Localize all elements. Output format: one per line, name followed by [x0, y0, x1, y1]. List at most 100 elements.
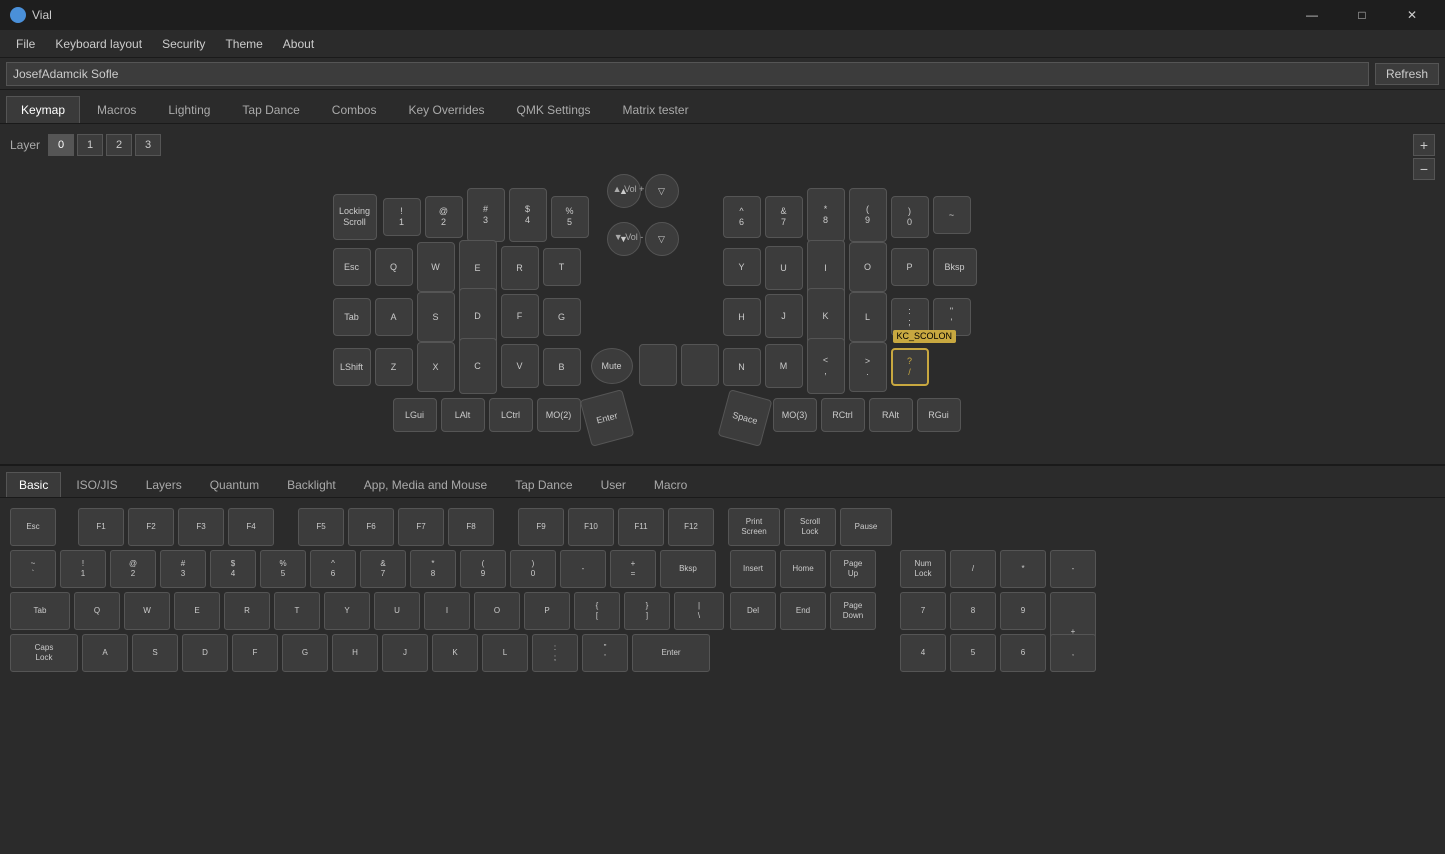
keyboard-key[interactable]: Y [723, 248, 761, 286]
bottom-tab-tap-dance[interactable]: Tap Dance [502, 472, 585, 497]
refresh-button[interactable]: Refresh [1375, 63, 1439, 85]
picker-key[interactable]: Bksp [660, 550, 716, 588]
picker-key[interactable]: | \ [674, 592, 724, 630]
keyboard-key[interactable]: D [459, 288, 497, 344]
keyboard-key[interactable]: S [417, 292, 455, 342]
minimize-button[interactable]: — [1289, 0, 1335, 30]
picker-key[interactable]: Insert [730, 550, 776, 588]
picker-key[interactable]: F7 [398, 508, 444, 546]
picker-key[interactable]: T [274, 592, 320, 630]
picker-key[interactable]: / [950, 550, 996, 588]
keyboard-key[interactable]: C [459, 338, 497, 394]
picker-key[interactable]: , [1050, 634, 1096, 672]
picker-key[interactable]: W [124, 592, 170, 630]
keyboard-key[interactable]: Mute [591, 348, 633, 384]
keyboard-key[interactable]: O [849, 242, 887, 292]
picker-key[interactable]: @ 2 [110, 550, 156, 588]
picker-key[interactable]: - [1050, 550, 1096, 588]
keyboard-key[interactable]: > . [849, 342, 887, 392]
picker-key[interactable]: U [374, 592, 420, 630]
picker-key[interactable]: # 3 [160, 550, 206, 588]
bottom-tab-basic[interactable]: Basic [6, 472, 61, 497]
keyboard-key[interactable]: ) 0 [891, 196, 929, 238]
keyboard-key[interactable]: F [501, 294, 539, 338]
picker-key[interactable]: ) 0 [510, 550, 556, 588]
keyboard-key[interactable]: MO(2) [537, 398, 581, 432]
tab-matrix-tester[interactable]: Matrix tester [608, 96, 704, 123]
picker-key[interactable]: Enter [632, 634, 710, 672]
bottom-tab-backlight[interactable]: Backlight [274, 472, 349, 497]
picker-key[interactable]: J [382, 634, 428, 672]
keyboard-key[interactable]: Tab [333, 298, 371, 336]
device-select[interactable]: JosefAdamcik Sofle [6, 62, 1369, 86]
keyboard-key[interactable]: R [501, 246, 539, 290]
picker-key[interactable]: A [82, 634, 128, 672]
picker-key[interactable]: L [482, 634, 528, 672]
bottom-tab-quantum[interactable]: Quantum [197, 472, 272, 497]
keyboard-key[interactable]: K [807, 288, 845, 344]
picker-key[interactable]: F8 [448, 508, 494, 546]
picker-key[interactable]: { [ [574, 592, 620, 630]
picker-key[interactable]: F9 [518, 508, 564, 546]
picker-key[interactable]: & 7 [360, 550, 406, 588]
menu-file[interactable]: File [6, 33, 45, 55]
picker-key[interactable]: Num Lock [900, 550, 946, 588]
picker-key[interactable]: Pause [840, 508, 892, 546]
keyboard-key[interactable]: Q [375, 248, 413, 286]
picker-key[interactable]: F1 [78, 508, 124, 546]
picker-key[interactable]: F5 [298, 508, 344, 546]
keyboard-key[interactable]: LCtrl [489, 398, 533, 432]
layer-btn-2[interactable]: 2 [106, 134, 132, 156]
zoom-out-button[interactable]: − [1413, 158, 1435, 180]
picker-key[interactable]: F11 [618, 508, 664, 546]
picker-key[interactable]: F3 [178, 508, 224, 546]
keyboard-key[interactable]: ▼ Vol - [595, 224, 663, 250]
keyboard-key[interactable]: % 5 [551, 196, 589, 238]
picker-key[interactable]: Home [780, 550, 826, 588]
keyboard-key[interactable]: X [417, 342, 455, 392]
bottom-tab-iso-jis[interactable]: ISO/JIS [63, 472, 130, 497]
picker-key[interactable]: 5 [950, 634, 996, 672]
keyboard-key[interactable]: ^ 6 [723, 196, 761, 238]
keyboard-key[interactable]: B [543, 348, 581, 386]
picker-key[interactable]: R [224, 592, 270, 630]
tab-key-overrides[interactable]: Key Overrides [393, 96, 499, 123]
picker-key[interactable]: } ] [624, 592, 670, 630]
keyboard-key[interactable]: # 3 [467, 188, 505, 242]
keyboard-key[interactable]: H [723, 298, 761, 336]
layer-btn-3[interactable]: 3 [135, 134, 161, 156]
bottom-tab-user[interactable]: User [588, 472, 639, 497]
tab-qmk-settings[interactable]: QMK Settings [502, 96, 606, 123]
keyboard-key[interactable]: Esc [333, 248, 371, 286]
picker-key[interactable]: Y [324, 592, 370, 630]
bottom-tab-app-media[interactable]: App, Media and Mouse [351, 472, 500, 497]
keyboard-key[interactable]: < , [807, 338, 845, 394]
picker-key[interactable]: 8 [950, 592, 996, 630]
keyboard-key[interactable]: ▲ Vol + [595, 176, 663, 202]
tab-lighting[interactable]: Lighting [153, 96, 225, 123]
picker-key[interactable]: Del [730, 592, 776, 630]
keyboard-key[interactable] [639, 344, 677, 386]
tab-macros[interactable]: Macros [82, 96, 151, 123]
picker-key[interactable]: H [332, 634, 378, 672]
tab-keymap[interactable]: Keymap [6, 96, 80, 123]
picker-key[interactable]: % 5 [260, 550, 306, 588]
picker-key[interactable]: F [232, 634, 278, 672]
picker-key[interactable]: Caps Lock [10, 634, 78, 672]
keyboard-key[interactable]: W [417, 242, 455, 292]
keyboard-key[interactable]: M [765, 344, 803, 388]
keyboard-key[interactable]: ( 9 [849, 188, 887, 242]
keyboard-key[interactable]: @ 2 [425, 196, 463, 238]
picker-key[interactable]: F2 [128, 508, 174, 546]
tab-tap-dance[interactable]: Tap Dance [227, 96, 314, 123]
picker-key[interactable]: F4 [228, 508, 274, 546]
picker-key[interactable]: " ' [582, 634, 628, 672]
bottom-tab-macro[interactable]: Macro [641, 472, 700, 497]
picker-key[interactable]: E [174, 592, 220, 630]
keyboard-key[interactable]: Bksp [933, 248, 977, 286]
picker-key[interactable]: K [432, 634, 478, 672]
picker-key[interactable]: Scroll Lock [784, 508, 836, 546]
menu-security[interactable]: Security [152, 33, 215, 55]
close-button[interactable]: ✕ [1389, 0, 1435, 30]
picker-key[interactable]: ! 1 [60, 550, 106, 588]
